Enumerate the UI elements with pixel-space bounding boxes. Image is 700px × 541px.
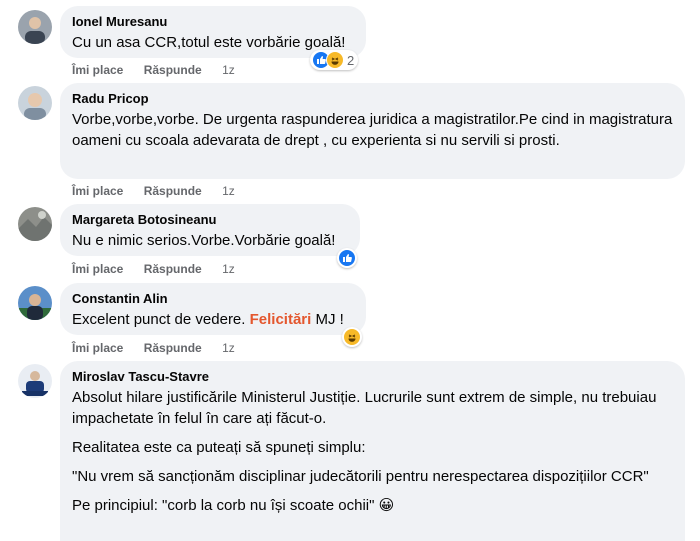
comment-text: Nu e nimic serios.Vorbe.Vorbărie goală! xyxy=(72,232,336,249)
like-button[interactable]: Îmi place xyxy=(72,341,123,355)
comment-text-start: Excelent punct de vedere. xyxy=(72,311,250,328)
comment-time[interactable]: 1z xyxy=(222,262,235,276)
reply-button[interactable]: Răspunde xyxy=(144,63,202,77)
like-button[interactable]: Îmi place xyxy=(72,262,123,276)
avatar[interactable] xyxy=(18,207,52,241)
comment-author[interactable]: Radu Pricop xyxy=(72,91,673,107)
reply-button[interactable]: Răspunde xyxy=(144,262,202,276)
reaction-summary[interactable] xyxy=(342,327,362,347)
highlighted-word: Felicitări xyxy=(249,311,312,328)
comment-actions: Îmi place Răspunde 1z xyxy=(72,184,252,198)
reply-button[interactable]: Răspunde xyxy=(144,341,202,355)
reaction-summary[interactable] xyxy=(337,248,357,268)
like-button[interactable]: Îmi place xyxy=(72,184,123,198)
comment-bubble: Constantin Alin Excelent punct de vedere… xyxy=(60,283,366,335)
comment-text: Vorbe,vorbe,vorbe. De urgenta raspundere… xyxy=(72,111,673,149)
comment-bubble: Radu Pricop Vorbe,vorbe,vorbe. De urgent… xyxy=(60,83,685,179)
comment-author[interactable]: Constantin Alin xyxy=(72,291,354,307)
comment-time[interactable]: 1z xyxy=(222,184,235,198)
comment-time[interactable]: 1z xyxy=(222,341,235,355)
comment-paragraph: Pe principiul: "corb la corb nu își scoa… xyxy=(72,497,395,514)
comment-text-end: MJ ! xyxy=(311,311,344,328)
comment-author[interactable]: Ionel Muresanu xyxy=(72,14,354,30)
comment-paragraph: Absolut hilare justificările Ministerul … xyxy=(72,389,657,427)
haha-reaction-icon xyxy=(343,328,361,346)
avatar[interactable] xyxy=(18,86,52,120)
comment-time[interactable]: 1z xyxy=(222,63,235,77)
comment-actions: Îmi place Răspunde 1z xyxy=(72,341,252,355)
comment-actions: Îmi place Răspunde 1z xyxy=(72,63,252,77)
haha-reaction-icon xyxy=(326,51,344,69)
comment-text: Cu un asa CCR,totul este vorbărie goală! xyxy=(72,34,346,51)
reply-button[interactable]: Răspunde xyxy=(144,184,202,198)
comment-bubble: Miroslav Tascu-Stavre Absolut hilare jus… xyxy=(60,361,685,541)
comment-paragraph: "Nu vrem să sancționăm disciplinar judec… xyxy=(72,468,649,485)
comment-author[interactable]: Miroslav Tascu-Stavre xyxy=(72,369,673,385)
avatar[interactable] xyxy=(18,10,52,44)
like-reaction-icon xyxy=(338,249,356,267)
comment-author[interactable]: Margareta Botosineanu xyxy=(72,212,348,228)
reaction-count: 2 xyxy=(347,52,355,68)
reaction-summary[interactable]: 2 xyxy=(310,50,359,70)
comment-text: Absolut hilare justificările Ministerul … xyxy=(72,387,673,516)
avatar[interactable] xyxy=(18,364,52,398)
comment-text: Excelent punct de vedere. Felicitări MJ … xyxy=(72,309,354,330)
like-button[interactable]: Îmi place xyxy=(72,63,123,77)
comment-bubble: Margareta Botosineanu Nu e nimic serios.… xyxy=(60,204,360,256)
comment-paragraph: Realitatea este ca puteați să spuneți si… xyxy=(72,439,366,456)
comment-actions: Îmi place Răspunde 1z xyxy=(72,262,252,276)
avatar[interactable] xyxy=(18,286,52,320)
